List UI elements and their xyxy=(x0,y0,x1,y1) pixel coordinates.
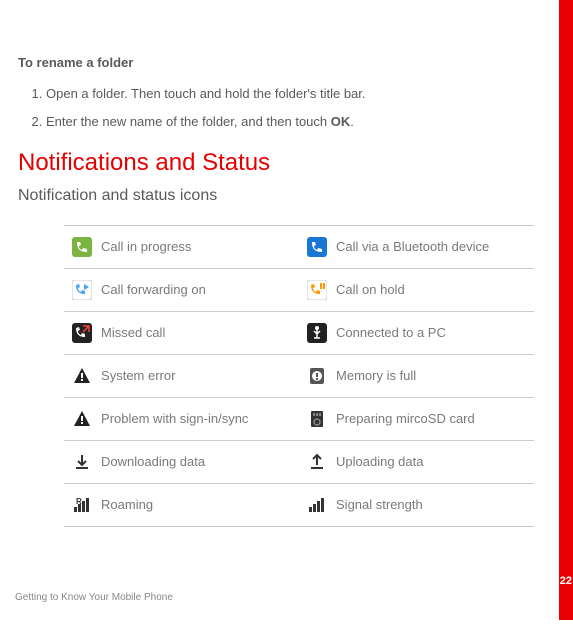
signal-strength-icon xyxy=(307,495,327,515)
icon-label: Memory is full xyxy=(334,355,534,398)
icon-label: Uploading data xyxy=(334,441,534,484)
icon-label: Problem with sign-in/sync xyxy=(99,398,299,441)
section-title-rename: To rename a folder xyxy=(18,55,543,70)
icon-label: Call in progress xyxy=(99,226,299,269)
uploading-icon xyxy=(307,452,327,472)
icon-label: System error xyxy=(99,355,299,398)
roaming-icon: R xyxy=(72,495,92,515)
table-row: Missed call Connected to a PC xyxy=(64,312,534,355)
icon-table: Call in progress Call via a Bluetooth de… xyxy=(64,225,534,527)
table-row: System error Memory is full xyxy=(64,355,534,398)
signin-problem-icon xyxy=(72,409,92,429)
icon-cell: R xyxy=(64,484,99,527)
icon-cell xyxy=(299,398,334,441)
icon-cell xyxy=(64,269,99,312)
icon-cell xyxy=(299,312,334,355)
icon-label: Call forwarding on xyxy=(99,269,299,312)
icon-cell xyxy=(64,441,99,484)
table-row: R Roaming Signal strength xyxy=(64,484,534,527)
table-row: Downloading data Uploading data xyxy=(64,441,534,484)
icon-cell xyxy=(299,355,334,398)
icon-cell xyxy=(64,226,99,269)
heading-notifications: Notifications and Status xyxy=(18,149,543,177)
memory-full-icon xyxy=(307,366,327,386)
icon-label: Call on hold xyxy=(334,269,534,312)
icon-label: Call via a Bluetooth device xyxy=(334,226,534,269)
connected-pc-icon xyxy=(307,323,327,343)
downloading-icon xyxy=(72,452,92,472)
call-in-progress-icon xyxy=(72,237,92,257)
side-tab: 22 xyxy=(559,0,573,620)
call-on-hold-icon xyxy=(307,280,327,300)
icon-cell xyxy=(64,355,99,398)
step-2: Enter the new name of the folder, and th… xyxy=(46,112,543,132)
icon-cell xyxy=(64,312,99,355)
system-error-icon xyxy=(72,366,92,386)
icon-cell xyxy=(299,226,334,269)
call-bluetooth-icon xyxy=(307,237,327,257)
svg-text:R: R xyxy=(76,497,82,506)
icon-label: Missed call xyxy=(99,312,299,355)
icon-label: Connected to a PC xyxy=(334,312,534,355)
call-forwarding-icon xyxy=(72,280,92,300)
page-content: To rename a folder Open a folder. Then t… xyxy=(0,0,573,527)
preparing-sd-icon xyxy=(307,409,327,429)
icon-label: Roaming xyxy=(99,484,299,527)
page-number: 22 xyxy=(560,575,572,587)
step-1: Open a folder. Then touch and hold the f… xyxy=(46,84,543,104)
icon-label: Signal strength xyxy=(334,484,534,527)
icon-cell xyxy=(299,484,334,527)
icon-cell xyxy=(64,398,99,441)
step-2-end: . xyxy=(350,114,354,129)
icon-cell xyxy=(299,269,334,312)
missed-call-icon xyxy=(72,323,92,343)
icon-label: Downloading data xyxy=(99,441,299,484)
icon-cell xyxy=(299,441,334,484)
steps-list: Open a folder. Then touch and hold the f… xyxy=(46,84,543,131)
icon-label: Preparing mircoSD card xyxy=(334,398,534,441)
table-row: Call in progress Call via a Bluetooth de… xyxy=(64,226,534,269)
table-row: Problem with sign-in/sync Preparing mirc… xyxy=(64,398,534,441)
heading-icons: Notification and status icons xyxy=(18,187,543,205)
step-2-text: Enter the new name of the folder, and th… xyxy=(46,114,331,129)
footer-text: Getting to Know Your Mobile Phone xyxy=(15,592,173,603)
table-row: Call forwarding on Call on hold xyxy=(64,269,534,312)
ok-label: OK xyxy=(331,114,351,129)
